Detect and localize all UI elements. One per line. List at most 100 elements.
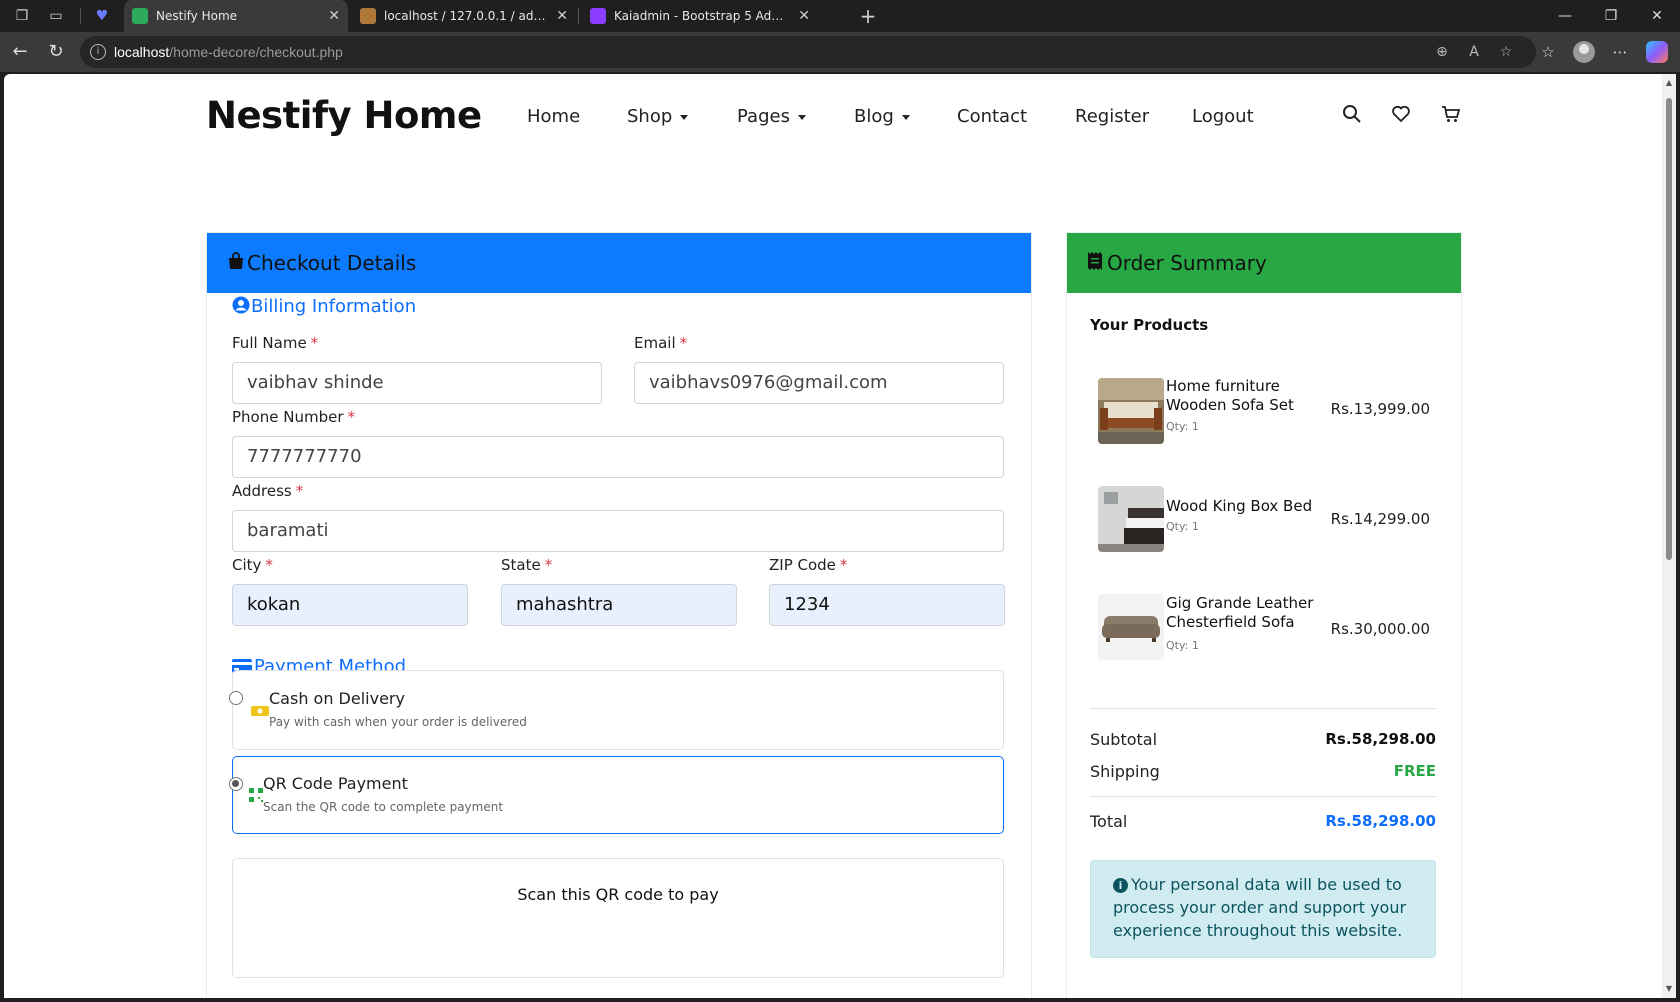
read-aloud-icon[interactable]: A (1464, 42, 1484, 62)
payment-option-qr[interactable]: QR Code Payment Scan the QR code to comp… (229, 756, 1004, 834)
wishlist-heart-icon[interactable] (1390, 104, 1412, 126)
product-name[interactable]: Home furniture Wooden Sofa Set (1166, 377, 1326, 415)
refresh-icon[interactable]: ↻ (44, 40, 68, 64)
chevron-down-icon (901, 114, 910, 120)
nav-register[interactable]: Register (1075, 106, 1149, 127)
nestify-favicon-icon (132, 8, 148, 24)
page-scrollbar[interactable]: ▲ ▼ (1662, 74, 1676, 998)
product-price: Rs.14,299.00 (1330, 510, 1430, 528)
privacy-notice: i Your personal data will be used to proc… (1090, 860, 1436, 958)
nav-pages[interactable]: Pages (737, 106, 806, 127)
shipping-value: FREE (1393, 762, 1436, 780)
nav-shop[interactable]: Shop (627, 106, 689, 127)
full-name-label: Full Name * (232, 334, 319, 352)
product-price: Rs.30,000.00 (1330, 620, 1430, 638)
tab-nestify-home[interactable]: Nestify Home ✕ (124, 0, 348, 32)
product-name[interactable]: Wood King Box Bed (1166, 497, 1326, 516)
site-info-icon[interactable]: i (90, 44, 106, 60)
zip-label: ZIP Code * (769, 556, 848, 574)
tab-phpmyadmin[interactable]: localhost / 127.0.0.1 / admin_home ✕ (352, 0, 576, 32)
summary-divider (1090, 708, 1436, 709)
chevron-down-icon (797, 114, 806, 120)
city-input[interactable]: kokan (232, 584, 468, 626)
cart-icon[interactable] (1440, 104, 1462, 126)
zip-input[interactable]: 1234 (769, 584, 1005, 626)
close-tab-icon[interactable]: ✕ (328, 0, 340, 32)
product-name[interactable]: Gig Grande Leather Chesterfield Sofa (1166, 594, 1326, 632)
product-qty: Qty: 1 (1166, 520, 1199, 533)
url-input[interactable]: i localhost/home-decore/checkout.php ⊕ A… (80, 36, 1536, 68)
copilot-icon[interactable] (1646, 41, 1668, 63)
phone-label: Phone Number * (232, 408, 355, 426)
scrollbar-thumb[interactable] (1666, 98, 1672, 560)
favorites-icon[interactable]: ☆ (1536, 40, 1560, 64)
phpmyadmin-favicon-icon (360, 8, 376, 24)
workspaces-icon[interactable]: ❐ (12, 6, 32, 26)
info-icon: i (1113, 878, 1128, 893)
product-qty: Qty: 1 (1166, 639, 1199, 652)
browser-tab-bar: ❐ ▭ ♥ Nestify Home ✕ localhost / 127.0.0… (0, 0, 1680, 32)
tab-actions-icon[interactable]: ▭ (46, 6, 66, 26)
full-name-input[interactable]: vaibhav shinde (232, 362, 602, 404)
site-logo[interactable]: Nestify Home (206, 94, 482, 137)
nav-contact[interactable]: Contact (957, 106, 1027, 127)
user-circle-icon (232, 296, 250, 314)
search-icon[interactable] (1341, 104, 1363, 126)
address-input[interactable]: baramati (232, 510, 1004, 552)
receipt-icon (1087, 233, 1105, 293)
minimize-icon[interactable]: — (1542, 0, 1588, 32)
nav-home[interactable]: Home (527, 106, 580, 127)
billing-section-title: Billing Information (232, 296, 416, 317)
tab-separator (80, 8, 81, 24)
state-label: State * (501, 556, 553, 574)
profile-avatar[interactable] (1573, 41, 1595, 63)
subtotal-value: Rs.58,298.00 (1325, 730, 1436, 748)
email-label: Email * (634, 334, 688, 352)
favorite-star-icon[interactable]: ☆ (1496, 42, 1516, 62)
page-viewport: Nestify Home Home Shop Pages Blog Contac… (4, 74, 1662, 998)
phone-input[interactable]: 7777777770 (232, 436, 1004, 478)
product-image-box-bed[interactable] (1098, 486, 1164, 552)
order-summary-header: Order Summary (1067, 233, 1461, 293)
scroll-up-icon[interactable]: ▲ (1664, 78, 1674, 87)
nav-blog[interactable]: Blog (854, 106, 910, 127)
product-image-chesterfield-sofa[interactable] (1098, 594, 1164, 660)
cod-radio[interactable] (229, 691, 243, 705)
more-icon[interactable]: ⋯ (1608, 40, 1632, 64)
email-input[interactable]: vaibhavs0976@gmail.com (634, 362, 1004, 404)
subtotal-label: Subtotal (1090, 730, 1158, 749)
shopping-bag-icon (227, 233, 245, 293)
qr-radio[interactable] (229, 777, 243, 791)
close-tab-icon[interactable]: ✕ (556, 0, 568, 32)
checkout-card-header: Checkout Details (207, 233, 1031, 293)
pinned-tab-icon[interactable]: ♥ (92, 6, 112, 26)
close-window-icon[interactable]: ✕ (1634, 0, 1680, 32)
total-label: Total (1090, 812, 1128, 831)
your-products-heading: Your Products (1090, 316, 1209, 334)
qr-code-panel: Scan this QR code to pay (232, 858, 1004, 978)
new-tab-icon[interactable]: + (858, 6, 878, 26)
nav-logout[interactable]: Logout (1192, 106, 1254, 127)
state-input[interactable]: mahashtra (501, 584, 737, 626)
zoom-icon[interactable]: ⊕ (1432, 42, 1452, 62)
url-text: localhost/home-decore/checkout.php (114, 44, 343, 60)
back-icon[interactable]: ← (8, 40, 32, 64)
close-tab-icon[interactable]: ✕ (798, 0, 810, 32)
product-price: Rs.13,999.00 (1330, 400, 1430, 418)
shipping-label: Shipping (1090, 762, 1160, 781)
product-image-sofa-set[interactable] (1098, 378, 1164, 444)
payment-option-cod[interactable]: Cash on Delivery Pay with cash when your… (229, 670, 1004, 750)
summary-divider (1090, 796, 1436, 797)
product-qty: Qty: 1 (1166, 420, 1199, 433)
chevron-down-icon (680, 114, 689, 120)
address-label: Address * (232, 482, 304, 500)
total-value: Rs.58,298.00 (1325, 812, 1436, 830)
city-label: City * (232, 556, 273, 574)
tab-separator (578, 8, 579, 24)
scroll-down-icon[interactable]: ▼ (1664, 984, 1674, 993)
kaiadmin-favicon-icon (590, 8, 606, 24)
cash-icon (251, 703, 269, 717)
tab-kaiadmin[interactable]: Kaiadmin - Bootstrap 5 Admin Dashboard ✕ (582, 0, 818, 32)
restore-icon[interactable]: ❐ (1588, 0, 1634, 32)
browser-address-bar: ← ↻ i localhost/home-decore/checkout.php… (0, 32, 1680, 72)
